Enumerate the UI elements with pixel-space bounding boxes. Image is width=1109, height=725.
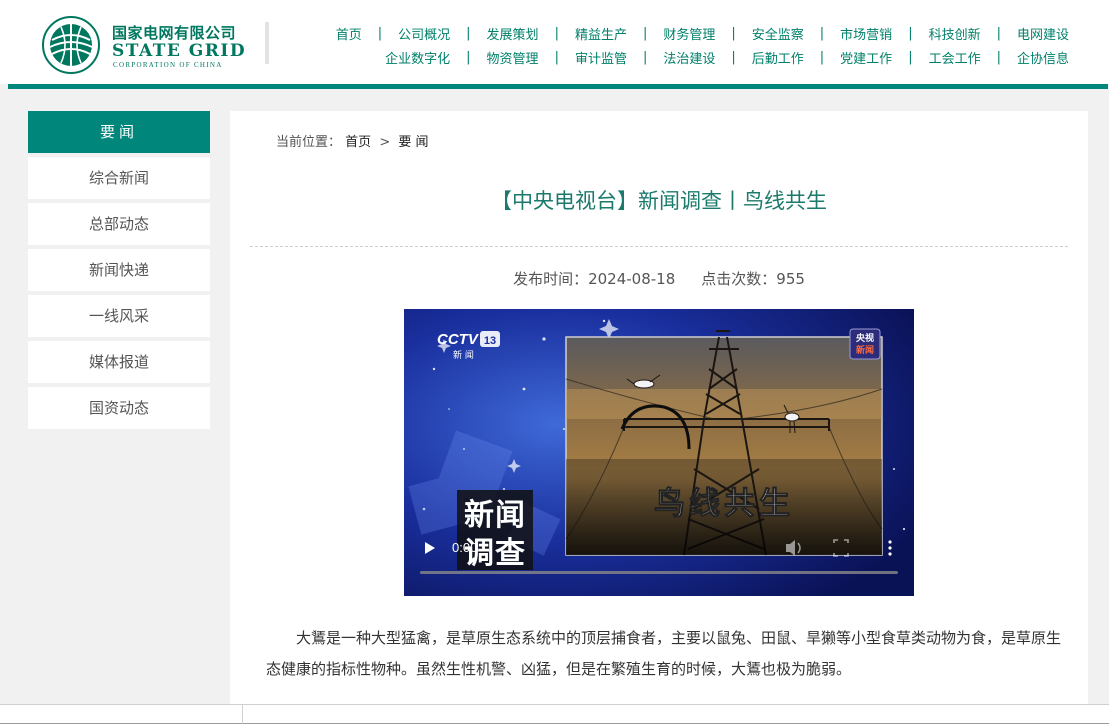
nav-home[interactable]: 首页: [336, 24, 362, 43]
main-nav-row-2: 企业数字化 | 物资管理 | 审计监管 | 法治建设 | 后勤工作 | 党建工作…: [385, 48, 1069, 67]
nav-separator: |: [731, 26, 736, 41]
svg-text:新闻: 新闻: [856, 344, 874, 356]
sidebar-item-news-express[interactable]: 新闻快递: [28, 249, 210, 291]
sidebar-item-frontline[interactable]: 一线风采: [28, 295, 210, 337]
nav-party-building[interactable]: 党建工作: [840, 48, 892, 67]
article-panel: 当前位置： 首页 > 要 闻 【中央电视台】新闻调查丨鸟线共生 发布时间：202…: [230, 111, 1088, 725]
views-count: 955: [776, 270, 805, 288]
nav-enterprise-association[interactable]: 企协信息: [1017, 48, 1069, 67]
logo-english-name: STATE GRID: [112, 41, 247, 61]
sidebar: 要闻 综合新闻 总部动态 新闻快递 一线风采 媒体报道 国资动态: [28, 111, 210, 433]
breadcrumb-current[interactable]: 要 闻: [398, 135, 428, 150]
publish-label: 发布时间：: [513, 270, 589, 288]
video-time: 0:00: [452, 540, 477, 555]
nav-materials-management[interactable]: 物资管理: [487, 48, 539, 67]
article-paragraph: 大鵟是一种大型猛禽，是草原生态系统中的顶层捕食者，主要以鼠兔、田鼠、旱獭等小型食…: [266, 629, 1062, 678]
main-nav-row-1: 首页 | 公司概况 | 发展策划 | 精益生产 | 财务管理 | 安全监察 | …: [336, 24, 1069, 43]
nav-separator: |: [908, 50, 913, 65]
nav-legal-construction[interactable]: 法治建设: [663, 48, 715, 67]
article-meta: 发布时间：2024-08-18 点击次数：955: [230, 268, 1088, 289]
nav-separator: |: [642, 50, 648, 65]
nav-digitalization[interactable]: 企业数字化: [385, 48, 450, 67]
nav-grid-construction[interactable]: 电网建设: [1017, 24, 1069, 43]
breadcrumb: 当前位置： 首页 > 要 闻: [276, 131, 429, 150]
title-divider: [250, 246, 1068, 247]
nav-union-work[interactable]: 工会工作: [929, 48, 981, 67]
nav-separator: |: [554, 50, 559, 65]
nav-separator: |: [996, 50, 1001, 65]
logo-chinese-name: 国家电网有限公司: [112, 24, 237, 42]
site-header: 国家电网有限公司 STATE GRID CORPORATION OF CHINA…: [0, 0, 1109, 84]
video-player[interactable]: CCTV 13 新 闻 鸟线共生 央视 新闻 新闻 调查 0:00: [404, 309, 914, 596]
more-options-icon[interactable]: [888, 540, 892, 556]
nav-separator: |: [819, 26, 825, 41]
logo-divider: [265, 22, 269, 64]
news-investigation-logo: 新闻 调查: [457, 490, 533, 571]
breadcrumb-label: 当前位置：: [276, 135, 342, 150]
nav-separator: |: [466, 50, 471, 65]
logo-subtitle: CORPORATION OF CHINA: [113, 61, 223, 69]
nav-financial-management[interactable]: 财务管理: [663, 24, 715, 43]
sidebar-item-general-news[interactable]: 综合新闻: [28, 157, 210, 199]
breadcrumb-arrow: >: [379, 135, 391, 150]
svg-text:13: 13: [484, 335, 496, 347]
site-logo[interactable]: 国家电网有限公司 STATE GRID CORPORATION OF CHINA: [42, 14, 272, 74]
browser-status-bar: [0, 704, 1109, 725]
nav-separator: |: [642, 26, 648, 41]
nav-tech-innovation[interactable]: 科技创新: [929, 24, 981, 43]
sidebar-title: 要闻: [28, 111, 210, 153]
video-inner-photo: 鸟线共生: [565, 330, 883, 556]
header-accent-bar: [8, 84, 1108, 89]
nav-development-planning[interactable]: 发展策划: [487, 24, 539, 43]
svg-text:央视: 央视: [856, 332, 874, 344]
svg-text:新闻: 新闻: [464, 498, 526, 533]
nav-separator: |: [819, 50, 825, 65]
cctv-news-badge: 央视 新闻: [849, 328, 881, 360]
nav-logistics[interactable]: 后勤工作: [752, 48, 804, 67]
sidebar-item-hq-news[interactable]: 总部动态: [28, 203, 210, 245]
svg-text:新 闻: 新 闻: [453, 349, 474, 361]
nav-company-overview[interactable]: 公司概况: [398, 24, 450, 43]
views-label: 点击次数：: [701, 270, 777, 288]
nav-separator: |: [731, 50, 736, 65]
nav-separator: |: [466, 26, 471, 41]
nav-separator: |: [908, 26, 913, 41]
publish-date: 2024-08-18: [588, 270, 676, 288]
video-frame: CCTV 13 新 闻 鸟线共生 央视 新闻 新闻 调查 0:00: [404, 309, 914, 596]
svg-text:CCTV: CCTV: [437, 331, 480, 348]
sidebar-item-media-reports[interactable]: 媒体报道: [28, 341, 210, 383]
nav-separator: |: [996, 26, 1001, 41]
nav-audit-supervision[interactable]: 审计监管: [575, 48, 627, 67]
nav-lean-production[interactable]: 精益生产: [575, 24, 627, 43]
breadcrumb-home-link[interactable]: 首页: [345, 135, 371, 150]
nav-safety-supervision[interactable]: 安全监察: [752, 24, 804, 43]
video-overlay-title: 鸟线共生: [654, 486, 794, 522]
article-title: 【中央电视台】新闻调查丨鸟线共生: [491, 189, 827, 213]
nav-separator: |: [377, 26, 383, 41]
nav-marketing[interactable]: 市场营销: [840, 24, 892, 43]
sidebar-item-sasac-news[interactable]: 国资动态: [28, 387, 210, 429]
video-progress-track[interactable]: [420, 571, 898, 574]
nav-separator: |: [554, 26, 559, 41]
state-grid-emblem-icon: [42, 16, 100, 74]
